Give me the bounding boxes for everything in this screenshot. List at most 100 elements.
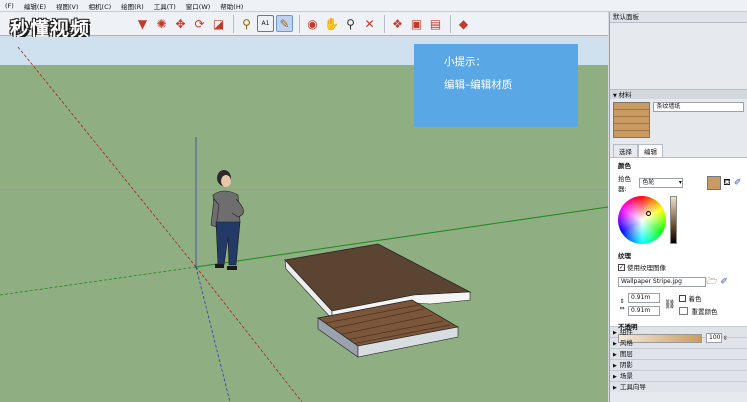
tape-measure-icon[interactable]: ⚲ — [238, 15, 255, 32]
zoom-extents-icon[interactable]: ✕ — [361, 15, 378, 32]
green-axis-negative — [0, 266, 197, 296]
sample-paint-icon[interactable]: ✐ — [732, 178, 743, 188]
scale-icon[interactable]: ◪ — [210, 15, 227, 32]
redo-icon[interactable]: ⟳ — [191, 15, 208, 32]
picker-label: 拾色器: — [618, 175, 631, 193]
material-swatch — [613, 102, 651, 138]
tray-section-label: 风格 — [619, 339, 633, 347]
material-tabs: 选择 编辑 — [610, 138, 747, 158]
tip-box: 小提示： 编辑–编辑材质 — [414, 44, 578, 127]
orbit-icon[interactable]: ◉ — [304, 15, 321, 32]
size-arrows: ⇕ ⇔ — [618, 298, 626, 312]
menu-file[interactable]: (F) — [0, 2, 19, 10]
warehouse-icon[interactable]: ▤ — [427, 15, 444, 32]
opacity-field[interactable]: 100 — [706, 333, 722, 343]
menu-bar: (F) 编辑(E) 视图(V) 相机(C) 绘图(R) 工具(T) 窗口(W) … — [0, 0, 747, 12]
ruby-icon[interactable]: ◆ — [455, 15, 472, 32]
zoom-icon[interactable]: ⚲ — [342, 15, 359, 32]
component-icon[interactable]: ❖ — [389, 15, 406, 32]
match-color-icon[interactable]: ⛾ — [721, 178, 732, 189]
colorize-row: 着色 — [679, 293, 717, 303]
texture-section-label: 纹理 — [618, 252, 631, 260]
toolbar-separator — [233, 14, 234, 33]
link-icon[interactable]: ⛓ — [664, 300, 675, 310]
colorize-checkbox[interactable] — [679, 294, 687, 302]
texture-file-row: Wallpaper Stripe.jpg 🗁 ✐ — [618, 274, 743, 290]
tip-title: 小提示： — [444, 56, 486, 68]
red-axis — [17, 46, 197, 268]
width-arrow-icon: ⇔ — [619, 304, 625, 312]
height-arrow-icon: ⇕ — [619, 297, 625, 305]
tip-text: 编辑–编辑材质 — [444, 79, 513, 91]
expand-arrow-icon: ▶ — [613, 341, 617, 347]
texture-height-field[interactable]: 0.91m — [628, 293, 660, 303]
drawing-viewport[interactable]: 小提示： 编辑–编辑材质 — [0, 37, 608, 402]
tab-select[interactable]: 选择 — [613, 144, 638, 157]
picker-select[interactable]: 色轮 ▾ — [639, 178, 683, 188]
pan-icon[interactable]: ✋ — [323, 15, 340, 32]
brightness-slider[interactable] — [670, 196, 677, 244]
toolbar-separator — [450, 14, 451, 33]
tab-edit[interactable]: 编辑 — [638, 144, 663, 157]
box-icon[interactable]: ▣ — [408, 15, 425, 32]
reset-color-label: 重置颜色 — [691, 308, 718, 316]
opacity-stepper[interactable]: ⇳ — [723, 335, 728, 342]
reset-color-swatch[interactable] — [679, 307, 689, 315]
menu-edit[interactable]: 编辑(E) — [19, 1, 51, 11]
tray-section-label: 场景 — [619, 372, 633, 380]
menu-window[interactable]: 窗口(W) — [181, 1, 216, 11]
rotate-icon[interactable]: ✺ — [153, 15, 170, 32]
toolbar: ▼ ✺ ✥ ⟳ ◪ ⚲ A1 ✎ ◉ ✋ ⚲ ✕ ❖ ▣ ▤ ◆ — [0, 12, 608, 36]
text-icon[interactable]: A1 — [257, 15, 274, 32]
expand-arrow-icon: ▶ — [613, 374, 617, 380]
use-texture-label: 使用纹理图像 — [627, 264, 666, 272]
chevron-down-icon: ▾ — [678, 179, 682, 186]
tray-section-scenes[interactable]: ▶ 场景 — [610, 370, 747, 381]
picker-value: 色轮 — [642, 179, 655, 186]
tray-section-label: 阴影 — [619, 361, 633, 369]
materials-label: 材料 — [618, 91, 632, 99]
edit-tab-content: 颜色 拾色器: 色轮 ▾ ⛾ ✐ 纹理 ✓ 使用纹理图像 Wallpaper St… — [610, 158, 747, 343]
color-wheel[interactable] — [618, 196, 666, 244]
expand-arrow-icon: ▶ — [613, 352, 617, 358]
materials-header[interactable]: ▼ 材料 — [610, 89, 747, 99]
browse-folder-icon[interactable]: 🗁 — [706, 274, 718, 290]
toolbar-separator — [299, 14, 300, 33]
expand-arrow-icon: ▶ — [613, 363, 617, 369]
material-name-field[interactable]: 条纹墙纸 — [653, 102, 744, 112]
tray-title: 默认面板 — [610, 12, 747, 23]
tray-spacer — [610, 23, 747, 89]
paint-bucket-icon[interactable]: ▼ — [134, 15, 151, 32]
tray-section-label: 工具向导 — [619, 383, 646, 391]
size-fields: 0.91m 0.91m — [628, 293, 660, 316]
paint-icon[interactable]: ✎ — [276, 15, 293, 32]
texture-file-field[interactable]: Wallpaper Stripe.jpg — [618, 277, 706, 287]
color-picker-row: 拾色器: 色轮 ▾ ⛾ ✐ — [618, 173, 743, 193]
material-preview-row: 条纹墙纸 — [610, 99, 747, 138]
tray-section-instructor[interactable]: ▶ 工具向导 — [610, 381, 747, 392]
colorize-label: 着色 — [688, 295, 702, 303]
menu-help[interactable]: 帮助(H) — [215, 1, 248, 11]
menu-view[interactable]: 视图(V) — [51, 1, 84, 11]
use-texture-row: ✓ 使用纹理图像 — [618, 262, 743, 272]
menu-tools[interactable]: 工具(T) — [149, 1, 181, 11]
blue-axis — [195, 266, 231, 402]
tray-section-layers[interactable]: ▶ 图层 — [610, 348, 747, 359]
reset-color-row: 重置颜色 — [679, 306, 717, 316]
tray-section-label: 组件 — [619, 328, 633, 336]
tray-section-shadows[interactable]: ▶ 阴影 — [610, 359, 747, 370]
use-texture-checkbox[interactable]: ✓ — [618, 263, 625, 271]
texture-options: 着色 重置颜色 — [679, 293, 717, 316]
tray-section-label: 图层 — [619, 350, 633, 358]
color-swatch — [706, 176, 722, 190]
menu-camera[interactable]: 相机(C) — [84, 1, 117, 11]
texture-width-field[interactable]: 0.91m — [628, 306, 660, 316]
sketchup-window: (F) 编辑(E) 视图(V) 相机(C) 绘图(R) 工具(T) 窗口(W) … — [0, 0, 747, 402]
menu-draw[interactable]: 绘图(R) — [116, 1, 149, 11]
expand-arrow-icon: ▶ — [613, 330, 617, 336]
move-icon[interactable]: ✥ — [172, 15, 189, 32]
edit-texture-icon[interactable]: ✐ — [718, 277, 730, 287]
expand-arrow-icon: ▶ — [613, 385, 617, 391]
color-wheel-row — [618, 196, 743, 244]
default-tray: 默认面板 ▼ 材料 条纹墙纸 选择 编辑 颜色 拾色器: 色轮 ▾ ⛾ ✐ 纹理… — [609, 12, 747, 402]
